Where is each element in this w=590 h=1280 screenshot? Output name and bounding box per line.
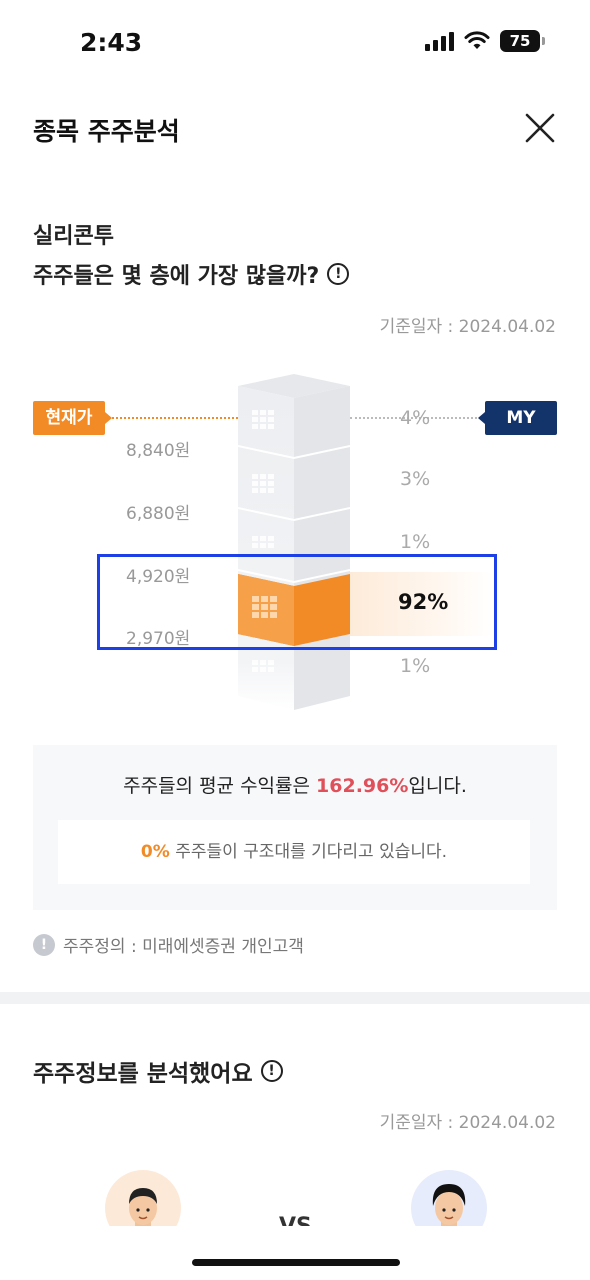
- floor-percent: 1%: [400, 531, 431, 553]
- status-time: 2:43: [80, 28, 143, 57]
- battery-icon: 75: [500, 30, 545, 52]
- floor-chart: 현재가 MY 8,840원 6,880원 4,920원 2,970원 4% 3%…: [0, 360, 590, 720]
- rescue-text: 주주들이 구조대를 기다리고 있습니다.: [169, 842, 448, 862]
- signal-icon: [425, 31, 454, 51]
- summary-card: 주주들의 평균 수익률은 162.96%입니다. 0% 주주들이 구조대를 기다…: [33, 745, 557, 910]
- avg-return-prefix: 주주들의 평균 수익률은: [123, 775, 317, 797]
- my-price-tag: MY: [478, 401, 557, 435]
- close-icon: [525, 113, 555, 143]
- floor-percent: 4%: [400, 407, 431, 429]
- price-tick: 8,840원: [126, 441, 191, 461]
- rescue-box: 0% 주주들이 구조대를 기다리고 있습니다.: [58, 820, 530, 884]
- section-divider: [0, 992, 590, 1004]
- question-text: 주주들은 몇 층에 가장 많을까?: [33, 264, 320, 289]
- info-icon[interactable]: !: [327, 263, 350, 285]
- page-title: 종목 주주분석: [33, 117, 180, 146]
- status-icons: 75: [425, 30, 545, 52]
- status-bar: 2:43 75: [0, 0, 590, 88]
- stock-name: 실리콘투: [33, 224, 114, 249]
- question-heading: 주주들은 몇 층에 가장 많을까? !: [33, 258, 350, 290]
- avg-return-value: 162.96%: [316, 775, 409, 797]
- alert-icon: !: [33, 933, 55, 956]
- section2-title-text: 주주정보를 분석했어요: [33, 1061, 253, 1087]
- current-price-tag: 현재가: [33, 401, 112, 435]
- floor-percent: 1%: [400, 655, 431, 677]
- floor-percent: 3%: [400, 468, 431, 490]
- section2-title: 주주정보를 분석했어요 !: [33, 1054, 283, 1088]
- avg-return-suffix: 입니다.: [408, 775, 467, 797]
- price-tick: 6,880원: [126, 504, 191, 524]
- bottom-bar: [0, 1226, 590, 1280]
- close-button[interactable]: [520, 108, 560, 148]
- current-price-line: [112, 417, 242, 419]
- avg-return-line: 주주들의 평균 수익률은 162.96%입니다.: [33, 771, 557, 798]
- header: 종목 주주분석: [0, 100, 590, 160]
- base-date: 기준일자 : 2024.04.02: [379, 317, 556, 337]
- shareholder-definition: ! 주주정의 : 미래에셋증권 개인고객: [33, 932, 304, 957]
- home-indicator[interactable]: [192, 1259, 400, 1266]
- wifi-icon: [464, 31, 490, 51]
- info-icon[interactable]: !: [260, 1060, 283, 1082]
- building-graphic: [238, 374, 350, 710]
- base-date: 기준일자 : 2024.04.02: [379, 1113, 556, 1133]
- rescue-percent: 0%: [140, 842, 170, 862]
- definition-text: 주주정의 : 미래에셋증권 개인고객: [63, 937, 304, 957]
- selection-box: [97, 554, 497, 650]
